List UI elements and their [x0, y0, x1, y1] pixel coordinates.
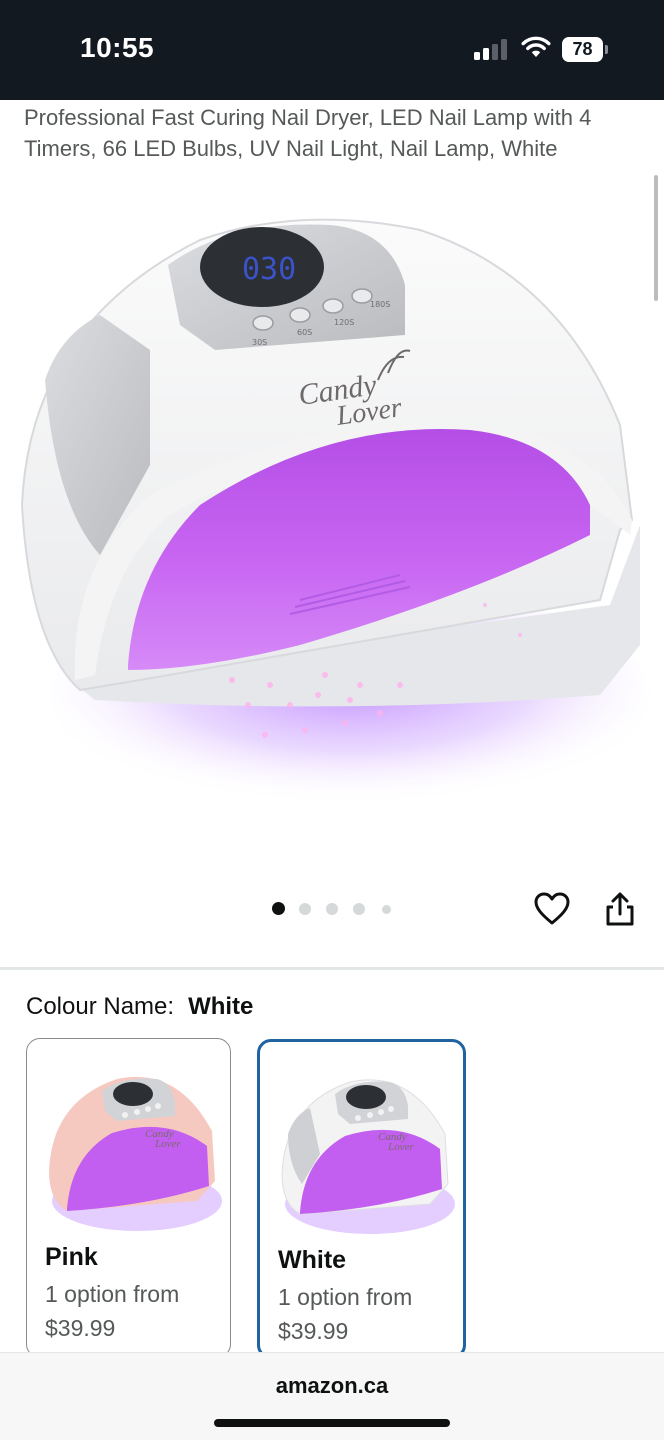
browser-bottom-bar: amazon.ca	[0, 1352, 664, 1440]
swatch-name: Pink	[45, 1243, 98, 1271]
swatch-availability: 1 option from	[45, 1281, 180, 1307]
product-title[interactable]: Professional Fast Curing Nail Dryer, LED…	[24, 102, 644, 164]
heart-icon[interactable]	[533, 890, 571, 928]
share-icon[interactable]	[603, 890, 637, 928]
carousel-dot[interactable]	[299, 903, 311, 915]
variation-label-text: Colour Name:	[26, 993, 175, 1020]
swatch-white-image: Candy Lover	[281, 1079, 455, 1234]
swatch-brand: Lover	[387, 1141, 414, 1153]
variation-selected-value: White	[188, 993, 254, 1020]
timer-label: 180S	[370, 300, 390, 309]
display-readout: 030	[242, 252, 296, 287]
timer-label: 60S	[297, 328, 312, 337]
swatch-price: $39.99	[278, 1318, 349, 1344]
swatch-availability: 1 option from	[278, 1284, 413, 1310]
home-indicator[interactable]	[214, 1419, 450, 1427]
product-image[interactable]: 030 30S 60S 120S 180S Candy Lover	[0, 175, 664, 815]
swatch-price: $39.99	[45, 1315, 116, 1341]
status-bar: 10:55 78	[0, 0, 664, 100]
variation-label: Colour Name: White	[26, 993, 253, 1021]
section-divider	[0, 967, 664, 970]
timer-label: 120S	[334, 318, 354, 327]
swatch-pink[interactable]: Candy Lover Pink 1 option from $39.99	[26, 1038, 231, 1358]
url-domain[interactable]: amazon.ca	[0, 1373, 664, 1399]
carousel-dot[interactable]	[326, 903, 338, 915]
carousel-dot[interactable]	[382, 905, 391, 914]
swatch-brand: Lover	[154, 1138, 181, 1150]
battery-icon: 78	[562, 37, 608, 62]
carousel-dot-active[interactable]	[272, 902, 285, 915]
carousel-dot[interactable]	[353, 903, 365, 915]
status-time: 10:55	[80, 32, 155, 63]
battery-level: 78	[562, 37, 603, 62]
timer-label: 30S	[252, 338, 267, 347]
wifi-icon	[521, 36, 551, 57]
swatch-pink-image: Candy Lover	[49, 1076, 222, 1231]
signal-icon	[474, 38, 510, 60]
swatch-name: White	[278, 1246, 347, 1274]
swatch-white-selected[interactable]: Candy Lover White 1 option from $39.99	[257, 1039, 466, 1359]
